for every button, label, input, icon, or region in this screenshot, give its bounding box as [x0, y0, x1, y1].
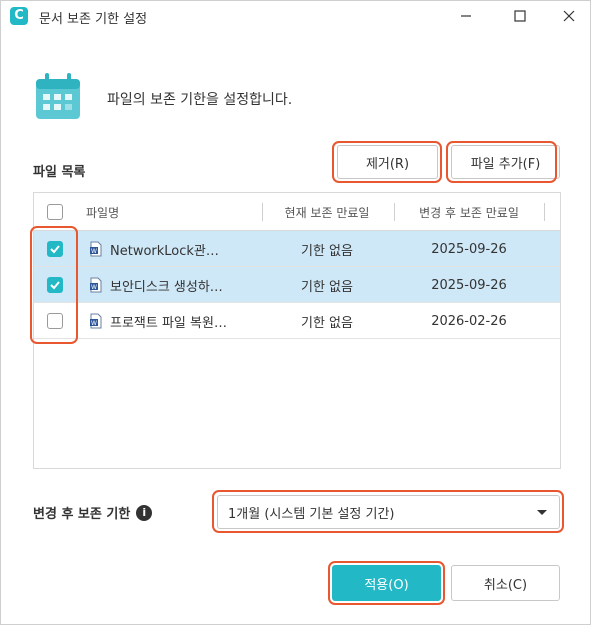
after-expiry-cell: 2025-09-26 [431, 241, 507, 257]
add-file-button[interactable]: 파일 추가(F) [451, 145, 560, 179]
current-expiry-cell: 기한 없음 [301, 243, 353, 259]
file-name: 보안디스크 생성하… [110, 279, 223, 295]
retention-dropdown[interactable]: 1개월 (시스템 기본 설정 기간) [217, 495, 560, 529]
cancel-button[interactable]: 취소(C) [451, 565, 560, 601]
row-check-cell [34, 231, 76, 267]
row-check-cell [34, 267, 76, 303]
table-row[interactable]: W 프로잭트 파일 복원… 기한 없음 2026-02-26 [34, 303, 560, 339]
file-name-cell: W 보안디스크 생성하… [88, 267, 264, 303]
remove-button[interactable]: 제거(R) [337, 145, 438, 179]
row-checkbox[interactable] [47, 313, 63, 329]
file-name-cell: W NetworkLock관… [88, 231, 264, 267]
word-file-icon: W [90, 313, 102, 329]
column-header-current[interactable]: 현재 보존 만료일 [262, 193, 392, 231]
apply-button[interactable]: 적용(O) [332, 565, 441, 601]
dropdown-arrow-icon [537, 510, 547, 515]
current-expiry-cell: 기한 없음 [301, 315, 353, 331]
maximize-icon [514, 10, 526, 22]
table-row[interactable]: W 보안디스크 생성하… 기한 없음 2025-09-26 [34, 267, 560, 303]
after-expiry-cell: 2026-02-26 [431, 313, 507, 329]
file-list-label: 파일 목록 [33, 165, 86, 180]
minimize-button[interactable] [443, 1, 489, 31]
after-expiry-cell: 2025-09-26 [431, 277, 507, 293]
retention-selected-value: 1개월 (시스템 기본 설정 기간) [228, 506, 395, 522]
retention-label-text: 변경 후 보존 기한 [33, 507, 131, 522]
retention-label: 변경 후 보존 기한 i [33, 503, 153, 522]
word-file-icon: W [90, 241, 102, 257]
row-checkbox[interactable] [47, 277, 63, 293]
select-all-cell [34, 193, 76, 231]
file-table: 파일명 현재 보존 만료일 변경 후 보존 만료일 W NetworkLock관… [33, 192, 561, 469]
row-check-cell [34, 303, 76, 339]
checkmark-icon [50, 245, 60, 254]
file-name: NetworkLock관… [110, 243, 219, 259]
file-name: 프로잭트 파일 복원… [110, 315, 227, 331]
svg-text:W: W [91, 320, 97, 327]
svg-text:W: W [91, 284, 97, 291]
calendar-icon [36, 73, 80, 119]
row-checkbox[interactable] [47, 241, 63, 257]
column-header-name[interactable]: 파일명 [86, 193, 266, 231]
table-header: 파일명 현재 보존 만료일 변경 후 보존 만료일 [34, 193, 560, 231]
word-file-icon: W [90, 277, 102, 293]
minimize-icon [461, 15, 471, 17]
close-icon [563, 10, 575, 22]
column-header-after[interactable]: 변경 후 보존 만료일 [394, 193, 544, 231]
maximize-button[interactable] [497, 1, 543, 31]
svg-text:W: W [91, 248, 97, 255]
header-description: 파일의 보존 기한을 설정합니다. [107, 92, 293, 108]
table-row[interactable]: W NetworkLock관… 기한 없음 2025-09-26 [34, 231, 560, 267]
column-divider[interactable] [544, 203, 545, 221]
window-title: 문서 보존 기한 설정 [39, 12, 148, 27]
checkmark-icon [50, 281, 60, 290]
title-bar: C 문서 보존 기한 설정 [1, 1, 590, 31]
app-icon: C [10, 7, 28, 25]
info-icon[interactable]: i [136, 504, 153, 521]
select-all-checkbox[interactable] [47, 204, 63, 220]
current-expiry-cell: 기한 없음 [301, 279, 353, 295]
file-name-cell: W 프로잭트 파일 복원… [88, 303, 264, 339]
dialog-window: C 문서 보존 기한 설정 파일의 보존 기한을 설정합니다. 파일 목록 제거… [0, 0, 591, 625]
close-button[interactable] [546, 1, 591, 31]
